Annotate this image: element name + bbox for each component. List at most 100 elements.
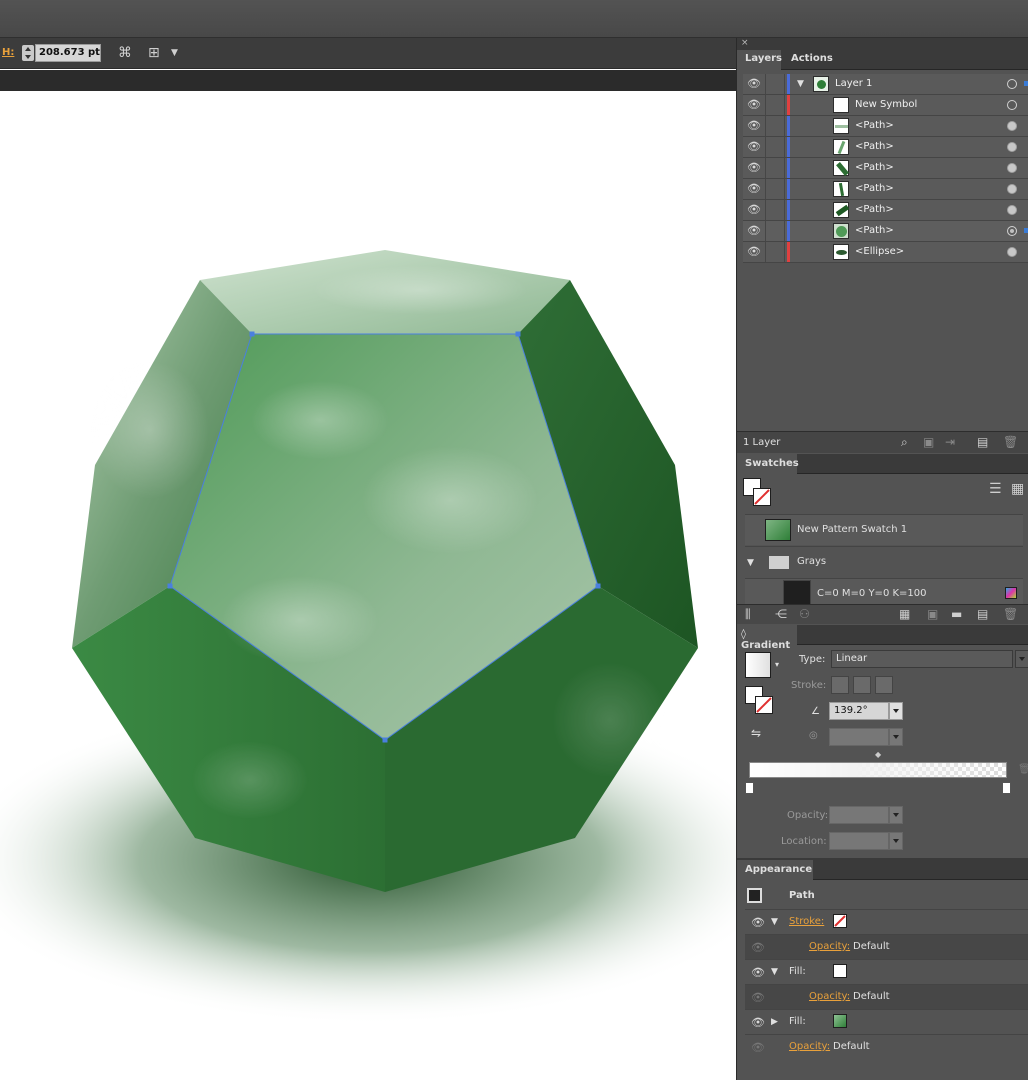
disclosure-triangle-icon[interactable]: ▼ [771, 967, 778, 977]
visibility-eye-icon[interactable]: 👁 [751, 1017, 765, 1029]
tab-layers[interactable]: Layers [737, 50, 782, 70]
lock-toggle[interactable] [765, 179, 785, 199]
layer-name[interactable]: New Symbol [855, 99, 917, 110]
aspect-ratio-input[interactable] [829, 728, 889, 746]
reverse-gradient-icon[interactable]: ⇋ [751, 726, 761, 740]
angle-dropdown[interactable] [889, 702, 903, 720]
layer-row-new-symbol[interactable]: 👁 New Symbol [743, 95, 1028, 116]
angle-input[interactable]: 139.2° [829, 702, 889, 720]
isolate-dropdown-icon[interactable]: ▼ [171, 45, 178, 61]
gradient-type-dropdown[interactable] [1015, 650, 1028, 668]
layer-name[interactable]: <Ellipse> [855, 246, 904, 257]
new-sublayer-icon[interactable]: ⇥ [945, 435, 955, 449]
target-icon[interactable] [1007, 79, 1017, 89]
folder-new-icon[interactable]: ▬ [951, 607, 962, 621]
layer-name[interactable]: <Path> [855, 225, 894, 236]
stop-opacity-dropdown[interactable] [889, 806, 903, 824]
gradient-slider[interactable] [749, 762, 1007, 778]
swatch-group-grays[interactable]: ▼ Grays [745, 546, 1023, 577]
visibility-eye-icon[interactable]: 👁 [747, 120, 761, 132]
appearance-stroke-row[interactable]: 👁 ▼ Stroke: [745, 909, 1028, 934]
lock-toggle[interactable] [765, 221, 785, 241]
layer-name[interactable]: <Path> [855, 120, 894, 131]
stroke-along-icon[interactable] [853, 676, 871, 694]
swatch-options-box-icon[interactable]: ▣ [927, 607, 938, 621]
target-icon[interactable] [1007, 226, 1017, 236]
aspect-ratio-dropdown[interactable] [889, 728, 903, 746]
gradient-swatch[interactable] [745, 652, 771, 678]
swatch-options-icon[interactable]: ⚇ [799, 607, 810, 621]
grid-view-icon[interactable]: ▦ [1011, 481, 1024, 497]
dodecahedron-artwork[interactable] [0, 91, 736, 1080]
visibility-eye-icon[interactable]: 👁 [751, 1042, 765, 1054]
artboard-canvas[interactable] [0, 91, 736, 1080]
disclosure-closed-icon[interactable]: ▶ [771, 1017, 778, 1027]
opacity-attribute-label[interactable]: Opacity: [789, 1041, 830, 1052]
layer-row-path[interactable]: 👁 <Path> [743, 200, 1028, 221]
lock-toggle[interactable] [765, 158, 785, 178]
target-icon[interactable] [1007, 142, 1017, 152]
visibility-eye-icon[interactable]: 👁 [747, 141, 761, 153]
layer-row-path[interactable]: 👁 <Path> [743, 179, 1028, 200]
tab-gradient[interactable]: ◊ Gradient [737, 625, 797, 651]
isolate-icon[interactable]: ⊞ [148, 45, 160, 61]
target-icon[interactable] [1007, 163, 1017, 173]
gradient-stop-end[interactable] [1002, 782, 1011, 794]
fill-attribute-label[interactable]: Fill: [789, 1016, 806, 1027]
visibility-eye-icon[interactable]: 👁 [751, 992, 765, 1004]
visibility-eye-icon[interactable]: 👁 [747, 246, 761, 258]
lock-toggle[interactable] [765, 116, 785, 136]
stroke-attribute-label[interactable]: Stroke: [789, 916, 824, 927]
gradient-stop-start[interactable] [745, 782, 754, 794]
visibility-eye-icon[interactable]: 👁 [747, 183, 761, 195]
layer-row-path-selected[interactable]: 👁 <Path> [743, 221, 1028, 242]
new-layer-icon[interactable]: ▤ [977, 435, 988, 449]
swatch-item-pattern[interactable]: New Pattern Swatch 1 [745, 514, 1023, 545]
layer-name[interactable]: <Path> [855, 183, 894, 194]
fill-attribute-label[interactable]: Fill: [789, 966, 806, 977]
lock-toggle[interactable] [765, 200, 785, 220]
appearance-stroke-opacity-row[interactable]: 👁 Opacity: Default [745, 934, 1028, 959]
appearance-opacity-row[interactable]: 👁 Opacity: Default [745, 1034, 1028, 1059]
show-kinds-icon[interactable]: ⋲ [775, 607, 787, 621]
target-icon[interactable] [1007, 184, 1017, 194]
lock-toggle[interactable] [765, 95, 785, 115]
disclosure-triangle-icon[interactable]: ▼ [771, 917, 778, 927]
layer-name[interactable]: <Path> [855, 162, 894, 173]
stroke-within-icon[interactable] [831, 676, 849, 694]
visibility-eye-icon[interactable]: 👁 [747, 225, 761, 237]
opacity-attribute-label[interactable]: Opacity: [809, 991, 850, 1002]
opacity-attribute-label[interactable]: Opacity: [809, 941, 850, 952]
gradient-swatch-dropdown-icon[interactable]: ▾ [775, 660, 779, 669]
visibility-eye-icon[interactable]: 👁 [747, 78, 761, 90]
disclosure-triangle-icon[interactable]: ▼ [797, 79, 804, 89]
fill-stroke-proxy[interactable] [743, 478, 771, 506]
layer-row-path[interactable]: 👁 <Path> [743, 116, 1028, 137]
delete-stop-icon[interactable]: 🗑 [1018, 764, 1028, 775]
stroke-across-icon[interactable] [875, 676, 893, 694]
visibility-eye-icon[interactable]: 👁 [747, 162, 761, 174]
fill-color-swatch[interactable] [833, 964, 847, 978]
height-stepper[interactable] [22, 45, 34, 61]
target-icon[interactable] [1007, 121, 1017, 131]
layer-row-path[interactable]: 👁 <Path> [743, 137, 1028, 158]
appearance-fill-pattern-row[interactable]: 👁 ▶ Fill: [745, 1009, 1028, 1034]
lock-toggle[interactable] [765, 137, 785, 157]
transform-icon[interactable]: ⌘ [118, 45, 132, 61]
visibility-eye-icon[interactable]: 👁 [751, 967, 765, 979]
new-swatch-icon[interactable]: ▤ [977, 607, 988, 621]
layer-name[interactable]: Layer 1 [835, 78, 872, 89]
midpoint-diamond-icon[interactable]: ◆ [875, 750, 881, 759]
layer-name[interactable]: <Path> [855, 141, 894, 152]
swatch-libraries-icon[interactable]: ⫼ [745, 607, 751, 622]
pattern-fill-swatch[interactable] [833, 1014, 847, 1028]
target-icon[interactable] [1007, 205, 1017, 215]
trash-icon[interactable]: 🗑 [1003, 607, 1018, 621]
close-icon[interactable]: × [741, 38, 749, 48]
appearance-fill-row[interactable]: 👁 ▼ Fill: [745, 959, 1028, 984]
visibility-eye-icon[interactable]: 👁 [747, 204, 761, 216]
gradient-type-select[interactable]: Linear [831, 650, 1013, 668]
stop-location-input[interactable] [829, 832, 889, 850]
layer-name[interactable]: <Path> [855, 204, 894, 215]
stroke-color-swatch[interactable] [833, 914, 847, 928]
